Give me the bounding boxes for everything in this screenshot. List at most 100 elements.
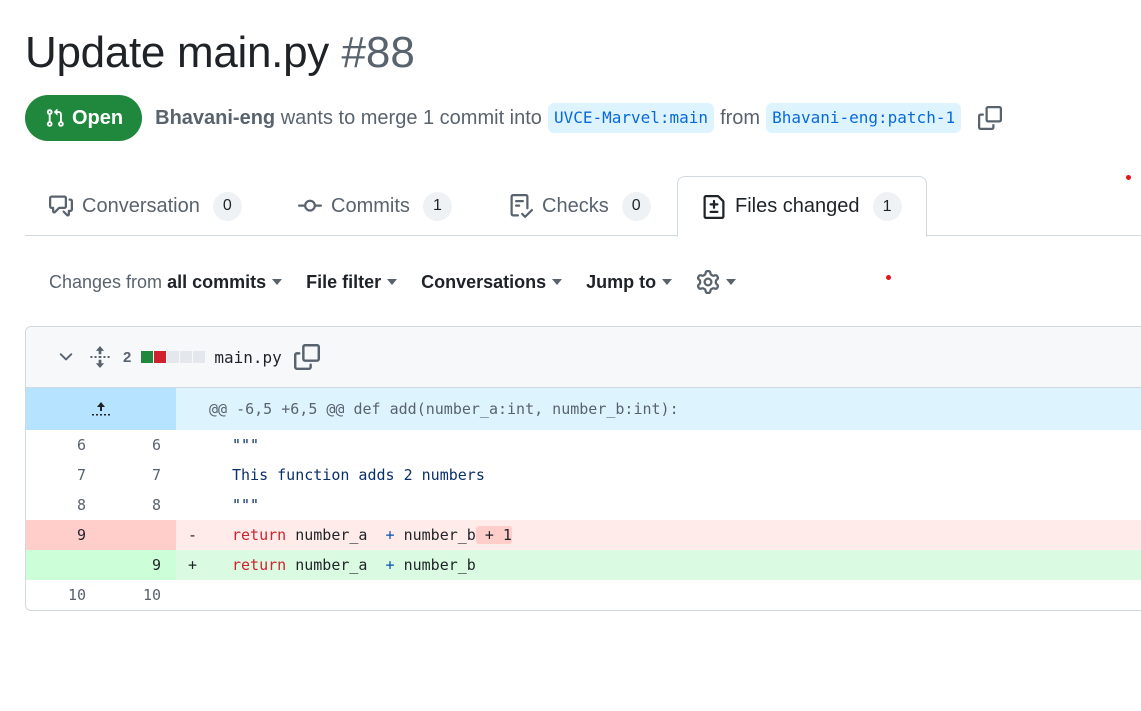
jump-to-dropdown[interactable]: Jump to (586, 271, 673, 293)
tab-commits-count: 1 (422, 191, 452, 221)
from-text: from (720, 106, 761, 129)
file-header: 2 main.py (26, 327, 1141, 388)
new-line-number[interactable]: 9 (101, 550, 176, 580)
diff-toolbar: Changes from all commits File filter Con… (49, 268, 760, 296)
changes-from-label: Changes from (49, 271, 163, 292)
expand-up-button[interactable] (26, 388, 176, 430)
tab-conversation-count: 0 (212, 191, 242, 221)
tab-conversation[interactable]: Conversation 0 (49, 176, 242, 236)
file-name-link[interactable]: main.py (214, 348, 281, 367)
code-text: This function adds 2 numbers (232, 466, 485, 484)
hunk-header-row: @@ -6,5 +6,5 @@ def add(number_a:int, nu… (26, 388, 1141, 430)
code-text: number_a (286, 556, 386, 574)
unfold-icon[interactable] (89, 345, 111, 369)
code-text: """ (232, 496, 260, 514)
old-line-number[interactable]: 9 (26, 520, 101, 550)
code-text: number_b (394, 556, 476, 574)
caret-down-icon (387, 279, 398, 285)
code-line: return number_a + number_b + 1 (204, 520, 1141, 550)
tab-conversation-label: Conversation (82, 194, 200, 217)
old-line-number[interactable]: 10 (26, 580, 101, 610)
code-text: number_a (286, 526, 386, 544)
annotation-marker (886, 275, 891, 280)
old-line-number[interactable]: 8 (26, 490, 101, 520)
pr-tabs: Conversation 0 Commits 1 Checks 0 Files … (25, 176, 1141, 237)
state-label: Open (72, 106, 124, 129)
file-filter-label: File filter (306, 271, 382, 292)
annotation-marker (1126, 175, 1131, 180)
diff-sign: + (188, 556, 198, 574)
merge-text: wants to merge 1 commit into (280, 106, 542, 129)
tab-files-changed-count: 1 (872, 192, 902, 221)
gear-icon (697, 270, 720, 294)
author-link[interactable]: Bhavani-eng (155, 107, 275, 129)
old-line-number[interactable]: 7 (26, 460, 101, 490)
new-line-number[interactable]: 8 (101, 490, 176, 520)
diff-lines: 6 6 """ 7 7 This function adds 2 numbers 8 8 """… (26, 430, 1141, 610)
git-commit-icon (298, 199, 322, 212)
new-line-number[interactable]: 6 (101, 430, 176, 460)
conversations-label: Conversations (421, 271, 547, 292)
checklist-icon (510, 194, 533, 218)
changes-count: 2 (123, 348, 132, 366)
tab-files-changed[interactable]: Files changed 1 (677, 176, 927, 237)
old-line-number[interactable] (26, 550, 101, 580)
code-text: number_b (394, 526, 476, 544)
chevron-down-icon[interactable] (56, 347, 76, 367)
base-branch[interactable]: UVCE-Marvel:main (547, 103, 715, 133)
file-filter-dropdown[interactable]: File filter (306, 271, 398, 293)
diffstat-deleted-block (154, 351, 167, 363)
conversations-dropdown[interactable]: Conversations (421, 271, 563, 293)
comment-discussion-icon (49, 195, 73, 217)
state-badge: Open (25, 95, 143, 141)
jump-to-label: Jump to (586, 271, 657, 292)
copy-icon[interactable] (293, 344, 320, 370)
code-text: """ (232, 436, 260, 454)
diff-settings-dropdown[interactable] (696, 270, 737, 294)
diff-row-context: 10 10 (26, 580, 1141, 610)
tab-commits-label: Commits (331, 194, 410, 217)
caret-down-icon (272, 279, 283, 285)
tab-checks[interactable]: Checks 0 (509, 176, 651, 236)
diff-sign (176, 460, 204, 490)
diff-sign (176, 430, 204, 460)
tab-commits[interactable]: Commits 1 (298, 176, 452, 236)
old-line-number[interactable]: 6 (26, 430, 101, 460)
diff-row-deleted: 9 - return number_a + number_b + 1 (26, 520, 1141, 550)
code-line: This function adds 2 numbers (204, 460, 1141, 490)
keyword: return (232, 526, 287, 544)
new-line-number[interactable]: 7 (101, 460, 176, 490)
diffstat-neutral-block (167, 351, 180, 363)
changes-from-dropdown[interactable]: Changes from all commits (49, 271, 283, 293)
changes-from-value: all commits (167, 271, 267, 292)
caret-down-icon (552, 279, 563, 285)
tab-checks-count: 0 (621, 191, 651, 221)
diff-row-context: 6 6 """ (26, 430, 1141, 460)
operator: + (385, 526, 395, 544)
pr-meta: Open Bhavani-eng wants to merge 1 commit… (25, 95, 1003, 141)
copy-branch-button[interactable] (977, 105, 1003, 131)
new-line-number[interactable] (101, 520, 176, 550)
diff-row-added: 9 + return number_a + number_b (26, 550, 1141, 580)
diffstat (141, 351, 206, 363)
caret-down-icon (726, 279, 737, 285)
code-line: """ (204, 430, 1141, 460)
hunk-header: @@ -6,5 +6,5 @@ def add(number_a:int, nu… (176, 388, 1141, 430)
operator: + (385, 556, 395, 574)
diff-sign: - (188, 526, 198, 544)
diffstat-neutral-block (180, 351, 193, 363)
tab-files-changed-label: Files changed (735, 195, 860, 217)
diff-sign (176, 580, 204, 610)
git-pull-request-icon (46, 108, 64, 127)
new-line-number[interactable]: 10 (101, 580, 176, 610)
file-diff: 2 main.py @@ -6,5 +6,5 @@ def add(number… (25, 326, 1141, 611)
diffstat-neutral-block (193, 351, 206, 363)
head-branch[interactable]: Bhavani-eng:patch-1 (766, 103, 962, 133)
diff-sign (176, 490, 204, 520)
tab-checks-label: Checks (542, 194, 609, 217)
pr-title: Update main.py (25, 28, 329, 77)
diffstat-added-block (141, 351, 154, 363)
diff-row-context: 8 8 """ (26, 490, 1141, 520)
keyword: return (232, 556, 287, 574)
